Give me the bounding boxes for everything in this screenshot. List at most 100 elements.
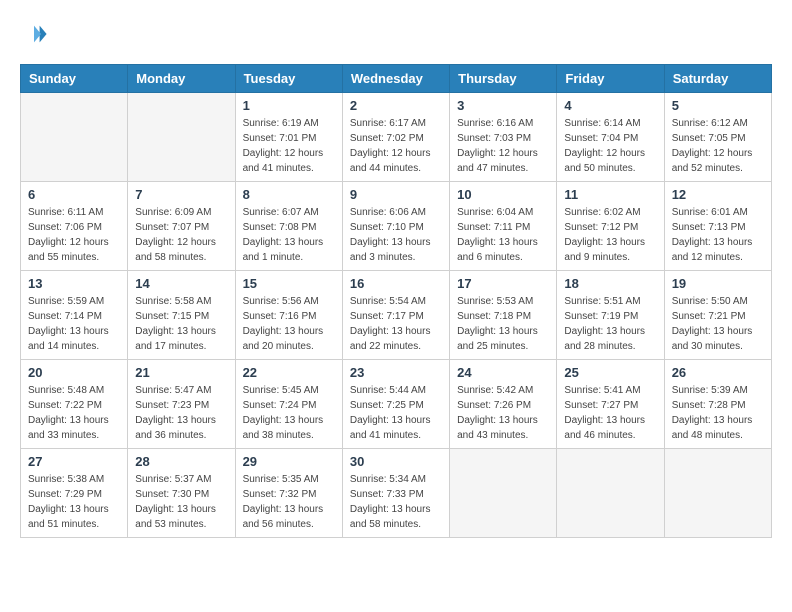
calendar-week-5: 27 Sunrise: 5:38 AM Sunset: 7:29 PM Dayli… <box>21 449 772 538</box>
day-number: 27 <box>28 454 120 469</box>
day-info: Sunrise: 5:53 AM Sunset: 7:18 PM Dayligh… <box>457 294 549 354</box>
day-info: Sunrise: 5:39 AM Sunset: 7:28 PM Dayligh… <box>672 383 764 443</box>
day-info: Sunrise: 5:51 AM Sunset: 7:19 PM Dayligh… <box>564 294 656 354</box>
day-number: 10 <box>457 187 549 202</box>
day-info: Sunrise: 5:58 AM Sunset: 7:15 PM Dayligh… <box>135 294 227 354</box>
calendar-cell-week4-day3: 22Sunrise: 5:45 AM Sunset: 7:24 PM Dayli… <box>235 360 342 449</box>
day-info: Sunrise: 6:01 AM Sunset: 7:13 PM Dayligh… <box>672 205 764 265</box>
day-info: Sunrise: 5:44 AM Sunset: 7:25 PM Dayligh… <box>350 383 442 443</box>
logo-icon <box>20 20 48 48</box>
day-info: Sunrise: 5:47 AM Sunset: 7:23 PM Dayligh… <box>135 383 227 443</box>
calendar-cell-week2-day7: 12 Sunrise: 6:01 AM Sunset: 7:13 PM Dayli… <box>664 182 771 271</box>
calendar-header-tuesday: Tuesday <box>235 65 342 93</box>
calendar-cell-week1-day1 <box>21 93 128 182</box>
day-number: 28 <box>135 454 227 469</box>
day-info: Sunrise: 6:02 AM Sunset: 7:12 PM Dayligh… <box>564 205 656 265</box>
day-number: 2 <box>350 98 442 113</box>
calendar-cell-week4-day4: 23 Sunrise: 5:44 AM Sunset: 7:25 PM Dayli… <box>342 360 449 449</box>
day-info: Sunrise: 5:59 AM Sunset: 7:14 PM Dayligh… <box>28 294 120 354</box>
day-number: 3 <box>457 98 549 113</box>
calendar-cell-week1-day6: 4 Sunrise: 6:14 AM Sunset: 7:04 PM Daylig… <box>557 93 664 182</box>
day-number: 30 <box>350 454 442 469</box>
day-number: 9 <box>350 187 442 202</box>
calendar-cell-week4-day2: 21 Sunrise: 5:47 AM Sunset: 7:23 PM Dayli… <box>128 360 235 449</box>
calendar-cell-week5-day1: 27 Sunrise: 5:38 AM Sunset: 7:29 PM Dayli… <box>21 449 128 538</box>
day-number: 21 <box>135 365 227 380</box>
calendar-cell-week3-day7: 19Sunrise: 5:50 AM Sunset: 7:21 PM Dayli… <box>664 271 771 360</box>
day-number: 5 <box>672 98 764 113</box>
calendar-cell-week1-day7: 5 Sunrise: 6:12 AM Sunset: 7:05 PM Daylig… <box>664 93 771 182</box>
calendar-cell-week5-day3: 29 Sunrise: 5:35 AM Sunset: 7:32 PM Dayli… <box>235 449 342 538</box>
calendar-week-3: 13 Sunrise: 5:59 AM Sunset: 7:14 PM Dayli… <box>21 271 772 360</box>
calendar-header-saturday: Saturday <box>664 65 771 93</box>
day-info: Sunrise: 6:09 AM Sunset: 7:07 PM Dayligh… <box>135 205 227 265</box>
calendar-cell-week5-day6 <box>557 449 664 538</box>
day-info: Sunrise: 6:12 AM Sunset: 7:05 PM Dayligh… <box>672 116 764 176</box>
calendar-cell-week5-day5 <box>450 449 557 538</box>
day-info: Sunrise: 6:16 AM Sunset: 7:03 PM Dayligh… <box>457 116 549 176</box>
day-number: 24 <box>457 365 549 380</box>
calendar-cell-week5-day7 <box>664 449 771 538</box>
calendar-cell-week3-day4: 16 Sunrise: 5:54 AM Sunset: 7:17 PM Dayli… <box>342 271 449 360</box>
calendar-week-1: 1 Sunrise: 6:19 AM Sunset: 7:01 PM Daylig… <box>21 93 772 182</box>
day-number: 11 <box>564 187 656 202</box>
day-number: 15 <box>243 276 335 291</box>
calendar-cell-week2-day1: 6Sunrise: 6:11 AM Sunset: 7:06 PM Daylig… <box>21 182 128 271</box>
day-info: Sunrise: 6:04 AM Sunset: 7:11 PM Dayligh… <box>457 205 549 265</box>
calendar-cell-week5-day2: 28 Sunrise: 5:37 AM Sunset: 7:30 PM Dayli… <box>128 449 235 538</box>
day-number: 16 <box>350 276 442 291</box>
calendar-cell-week3-day1: 13 Sunrise: 5:59 AM Sunset: 7:14 PM Dayli… <box>21 271 128 360</box>
calendar-cell-week4-day1: 20Sunrise: 5:48 AM Sunset: 7:22 PM Dayli… <box>21 360 128 449</box>
day-info: Sunrise: 5:54 AM Sunset: 7:17 PM Dayligh… <box>350 294 442 354</box>
day-info: Sunrise: 6:07 AM Sunset: 7:08 PM Dayligh… <box>243 205 335 265</box>
calendar-cell-week3-day3: 15 Sunrise: 5:56 AM Sunset: 7:16 PM Dayli… <box>235 271 342 360</box>
calendar-cell-week5-day4: 30 Sunrise: 5:34 AM Sunset: 7:33 PM Dayli… <box>342 449 449 538</box>
calendar-header-friday: Friday <box>557 65 664 93</box>
day-info: Sunrise: 6:14 AM Sunset: 7:04 PM Dayligh… <box>564 116 656 176</box>
calendar-cell-week1-day5: 3 Sunrise: 6:16 AM Sunset: 7:03 PM Daylig… <box>450 93 557 182</box>
day-number: 13 <box>28 276 120 291</box>
logo <box>20 20 52 48</box>
calendar-cell-week3-day6: 18 Sunrise: 5:51 AM Sunset: 7:19 PM Dayli… <box>557 271 664 360</box>
calendar-cell-week4-day5: 24 Sunrise: 5:42 AM Sunset: 7:26 PM Dayli… <box>450 360 557 449</box>
day-info: Sunrise: 6:19 AM Sunset: 7:01 PM Dayligh… <box>243 116 335 176</box>
calendar-header-thursday: Thursday <box>450 65 557 93</box>
day-number: 19 <box>672 276 764 291</box>
calendar-cell-week2-day3: 8 Sunrise: 6:07 AM Sunset: 7:08 PM Daylig… <box>235 182 342 271</box>
calendar-week-4: 20Sunrise: 5:48 AM Sunset: 7:22 PM Dayli… <box>21 360 772 449</box>
day-info: Sunrise: 5:41 AM Sunset: 7:27 PM Dayligh… <box>564 383 656 443</box>
calendar-cell-week4-day6: 25Sunrise: 5:41 AM Sunset: 7:27 PM Dayli… <box>557 360 664 449</box>
calendar-cell-week2-day2: 7 Sunrise: 6:09 AM Sunset: 7:07 PM Daylig… <box>128 182 235 271</box>
day-number: 7 <box>135 187 227 202</box>
calendar-cell-week4-day7: 26Sunrise: 5:39 AM Sunset: 7:28 PM Dayli… <box>664 360 771 449</box>
day-number: 8 <box>243 187 335 202</box>
day-number: 23 <box>350 365 442 380</box>
day-info: Sunrise: 5:38 AM Sunset: 7:29 PM Dayligh… <box>28 472 120 532</box>
calendar-header-wednesday: Wednesday <box>342 65 449 93</box>
day-info: Sunrise: 5:37 AM Sunset: 7:30 PM Dayligh… <box>135 472 227 532</box>
day-number: 1 <box>243 98 335 113</box>
calendar-cell-week2-day4: 9 Sunrise: 6:06 AM Sunset: 7:10 PM Daylig… <box>342 182 449 271</box>
day-info: Sunrise: 5:56 AM Sunset: 7:16 PM Dayligh… <box>243 294 335 354</box>
day-number: 6 <box>28 187 120 202</box>
calendar-cell-week3-day5: 17 Sunrise: 5:53 AM Sunset: 7:18 PM Dayli… <box>450 271 557 360</box>
day-info: Sunrise: 5:34 AM Sunset: 7:33 PM Dayligh… <box>350 472 442 532</box>
day-number: 22 <box>243 365 335 380</box>
day-number: 4 <box>564 98 656 113</box>
calendar-cell-week3-day2: 14Sunrise: 5:58 AM Sunset: 7:15 PM Dayli… <box>128 271 235 360</box>
calendar: SundayMondayTuesdayWednesdayThursdayFrid… <box>20 64 772 538</box>
calendar-header-row: SundayMondayTuesdayWednesdayThursdayFrid… <box>21 65 772 93</box>
calendar-cell-week1-day2 <box>128 93 235 182</box>
day-number: 18 <box>564 276 656 291</box>
day-info: Sunrise: 5:35 AM Sunset: 7:32 PM Dayligh… <box>243 472 335 532</box>
calendar-header-monday: Monday <box>128 65 235 93</box>
day-info: Sunrise: 6:06 AM Sunset: 7:10 PM Dayligh… <box>350 205 442 265</box>
day-number: 17 <box>457 276 549 291</box>
day-number: 20 <box>28 365 120 380</box>
day-number: 12 <box>672 187 764 202</box>
day-info: Sunrise: 5:42 AM Sunset: 7:26 PM Dayligh… <box>457 383 549 443</box>
calendar-cell-week2-day6: 11 Sunrise: 6:02 AM Sunset: 7:12 PM Dayli… <box>557 182 664 271</box>
calendar-week-2: 6Sunrise: 6:11 AM Sunset: 7:06 PM Daylig… <box>21 182 772 271</box>
day-info: Sunrise: 6:17 AM Sunset: 7:02 PM Dayligh… <box>350 116 442 176</box>
day-number: 29 <box>243 454 335 469</box>
